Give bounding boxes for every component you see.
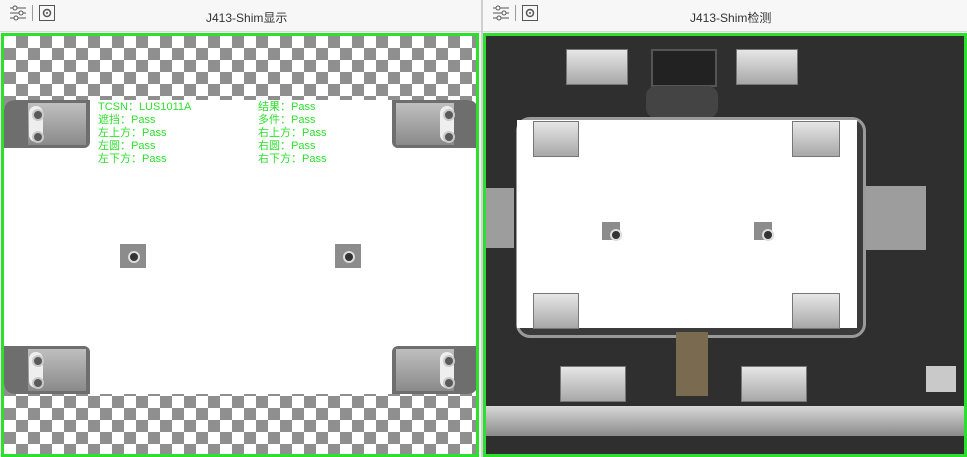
top-slot bbox=[646, 86, 718, 118]
toolbar-separator bbox=[32, 5, 33, 21]
inspection-toolbar: J413-Shim检测 bbox=[483, 0, 967, 32]
overlay-line: TCSN：LUS1011A bbox=[98, 101, 192, 113]
part-corner-bottom-left bbox=[533, 293, 579, 329]
inspection-panel: J413-Shim检测 bbox=[483, 0, 967, 457]
top-right-bracket bbox=[736, 49, 798, 85]
settings-sliders-icon[interactable] bbox=[8, 3, 28, 23]
result-overlay-left: TCSN：LUS1011A 遮挡：Pass 左上方：Pass 左圆：Pass 左… bbox=[98, 101, 191, 166]
overlay-line: 结果：Pass bbox=[258, 101, 316, 113]
corner-bracket-top-left bbox=[4, 100, 90, 148]
result-overlay-right: 结果：Pass 多件：Pass 右上方：Pass 右圆：Pass 右下方：Pas… bbox=[258, 101, 326, 166]
shim-part-image bbox=[4, 100, 476, 394]
bottom-rail bbox=[486, 406, 964, 436]
side-block bbox=[926, 366, 956, 392]
bottom-right-bracket bbox=[741, 366, 807, 402]
part-corner-bottom-right bbox=[792, 293, 840, 329]
corner-bracket-bottom-right bbox=[392, 346, 476, 394]
image-settings-icon[interactable] bbox=[520, 3, 540, 23]
display-image-view[interactable]: TCSN：LUS1011A 遮挡：Pass 左上方：Pass 左圆：Pass 左… bbox=[1, 33, 479, 457]
camera-image bbox=[486, 36, 964, 454]
corner-bracket-top-right bbox=[392, 100, 476, 148]
part-corner-top-left bbox=[533, 121, 579, 157]
top-clamp bbox=[651, 49, 717, 87]
panel-title: J413-Shim显示 bbox=[206, 11, 288, 25]
left-center-pad bbox=[120, 244, 146, 268]
top-left-bracket bbox=[566, 49, 628, 85]
bottom-tape bbox=[676, 332, 708, 396]
corner-bracket-bottom-left bbox=[4, 346, 90, 394]
display-toolbar: J413-Shim显示 bbox=[0, 0, 481, 32]
panel-title: J413-Shim检测 bbox=[690, 11, 772, 25]
inspection-image-view[interactable] bbox=[483, 33, 967, 457]
toolbar-separator bbox=[515, 5, 516, 21]
left-rail bbox=[486, 188, 514, 248]
settings-sliders-icon[interactable] bbox=[491, 3, 511, 23]
overlay-line: 遮挡：Pass bbox=[98, 114, 156, 126]
overlay-line: 多件：Pass bbox=[258, 114, 316, 126]
overlay-line: 左下方：Pass bbox=[98, 153, 167, 165]
overlay-line: 左圆：Pass bbox=[98, 140, 156, 152]
display-panel: J413-Shim显示 TCSN：LUS1011A 遮挡：Pass 左上方：Pa… bbox=[0, 0, 481, 457]
left-center-pad bbox=[602, 222, 622, 241]
bottom-left-bracket bbox=[560, 366, 626, 402]
right-center-pad bbox=[754, 222, 774, 241]
part-corner-top-right bbox=[792, 121, 840, 157]
right-center-pad bbox=[335, 244, 361, 268]
overlay-line: 右下方：Pass bbox=[258, 153, 327, 165]
overlay-line: 左上方：Pass bbox=[98, 127, 167, 139]
overlay-line: 右上方：Pass bbox=[258, 127, 327, 139]
image-settings-icon[interactable] bbox=[37, 3, 57, 23]
overlay-line: 右圆：Pass bbox=[258, 140, 316, 152]
